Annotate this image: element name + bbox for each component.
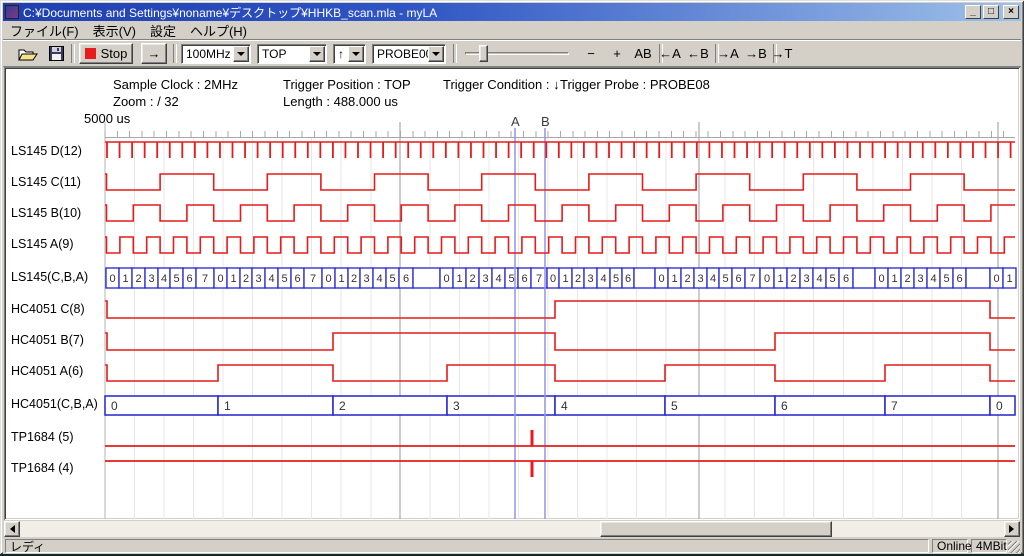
svg-text:1: 1 — [1006, 273, 1012, 285]
svg-text:2: 2 — [243, 273, 249, 285]
svg-text:1: 1 — [777, 273, 783, 285]
svg-text:7: 7 — [536, 273, 542, 285]
svg-text:7: 7 — [310, 273, 316, 285]
svg-text:6: 6 — [521, 273, 527, 285]
svg-text:4: 4 — [561, 399, 568, 413]
svg-text:1: 1 — [224, 399, 231, 413]
svg-text:3: 3 — [803, 273, 809, 285]
svg-text:4: 4 — [495, 273, 501, 285]
svg-text:6: 6 — [956, 273, 962, 285]
svg-text:6: 6 — [294, 273, 300, 285]
svg-text:1: 1 — [671, 273, 677, 285]
scrollbar-thumb[interactable] — [600, 521, 832, 537]
window-frame: C:¥Documents and Settings¥noname¥デスクトップ¥… — [0, 0, 1024, 554]
svg-text:4: 4 — [268, 273, 274, 285]
svg-text:0: 0 — [109, 273, 115, 285]
svg-text:5: 5 — [613, 273, 619, 285]
svg-text:6: 6 — [781, 399, 788, 413]
svg-text:2: 2 — [684, 273, 690, 285]
svg-text:5: 5 — [173, 273, 179, 285]
svg-text:6: 6 — [625, 273, 631, 285]
svg-text:3: 3 — [453, 399, 460, 413]
svg-text:2: 2 — [575, 273, 581, 285]
waveform-svg: 0123456701234567012345601234567012345601… — [0, 0, 1024, 556]
svg-text:4: 4 — [161, 273, 167, 285]
scroll-right-button[interactable] — [1004, 521, 1020, 537]
svg-text:5: 5 — [829, 273, 835, 285]
svg-text:4: 4 — [710, 273, 716, 285]
svg-text:3: 3 — [148, 273, 154, 285]
svg-text:2: 2 — [339, 399, 346, 413]
svg-text:0: 0 — [550, 273, 556, 285]
svg-text:4: 4 — [930, 273, 936, 285]
svg-text:B: B — [541, 114, 550, 129]
status-bar: レディ Online 4MBit — [3, 538, 1021, 554]
svg-text:0: 0 — [443, 273, 449, 285]
svg-text:4: 4 — [376, 273, 382, 285]
arrow-right-icon — [1009, 525, 1018, 533]
svg-text:1: 1 — [230, 273, 236, 285]
svg-text:5: 5 — [281, 273, 287, 285]
scroll-left-button[interactable] — [4, 521, 20, 537]
svg-text:3: 3 — [255, 273, 261, 285]
status-online: Online — [932, 539, 968, 553]
svg-text:6: 6 — [843, 273, 849, 285]
svg-text:0: 0 — [993, 273, 999, 285]
svg-text:3: 3 — [363, 273, 369, 285]
svg-text:7: 7 — [891, 399, 898, 413]
svg-text:7: 7 — [749, 273, 755, 285]
svg-text:3: 3 — [587, 273, 593, 285]
svg-text:1: 1 — [891, 273, 897, 285]
svg-text:5: 5 — [389, 273, 395, 285]
svg-text:0: 0 — [111, 399, 118, 413]
svg-text:4: 4 — [816, 273, 822, 285]
svg-text:0: 0 — [217, 273, 223, 285]
resize-grip-icon[interactable] — [1008, 541, 1020, 553]
svg-text:2: 2 — [904, 273, 910, 285]
svg-text:0: 0 — [764, 273, 770, 285]
svg-text:5: 5 — [722, 273, 728, 285]
svg-text:2: 2 — [135, 273, 141, 285]
svg-text:2: 2 — [469, 273, 475, 285]
svg-text:2: 2 — [351, 273, 357, 285]
svg-text:6: 6 — [735, 273, 741, 285]
svg-text:1: 1 — [338, 273, 344, 285]
svg-text:0: 0 — [996, 399, 1003, 413]
svg-text:6: 6 — [186, 273, 192, 285]
svg-text:1: 1 — [122, 273, 128, 285]
svg-text:A: A — [511, 114, 520, 129]
svg-text:5: 5 — [671, 399, 678, 413]
app-window: C:¥Documents and Settings¥noname¥デスクトップ¥… — [0, 0, 1024, 556]
status-memory: 4MBit — [971, 539, 1007, 553]
svg-text:6: 6 — [403, 273, 409, 285]
svg-text:7: 7 — [202, 273, 208, 285]
svg-text:3: 3 — [482, 273, 488, 285]
status-ready: レディ — [5, 539, 929, 553]
svg-text:0: 0 — [325, 273, 331, 285]
svg-text:5: 5 — [943, 273, 949, 285]
svg-text:0: 0 — [878, 273, 884, 285]
svg-text:4: 4 — [600, 273, 606, 285]
svg-text:2: 2 — [790, 273, 796, 285]
svg-text:3: 3 — [697, 273, 703, 285]
svg-text:1: 1 — [562, 273, 568, 285]
svg-text:5: 5 — [508, 273, 514, 285]
svg-text:3: 3 — [917, 273, 923, 285]
horizontal-scrollbar[interactable] — [4, 521, 1020, 537]
svg-text:1: 1 — [456, 273, 462, 285]
arrow-left-icon — [6, 525, 15, 533]
svg-text:0: 0 — [658, 273, 664, 285]
